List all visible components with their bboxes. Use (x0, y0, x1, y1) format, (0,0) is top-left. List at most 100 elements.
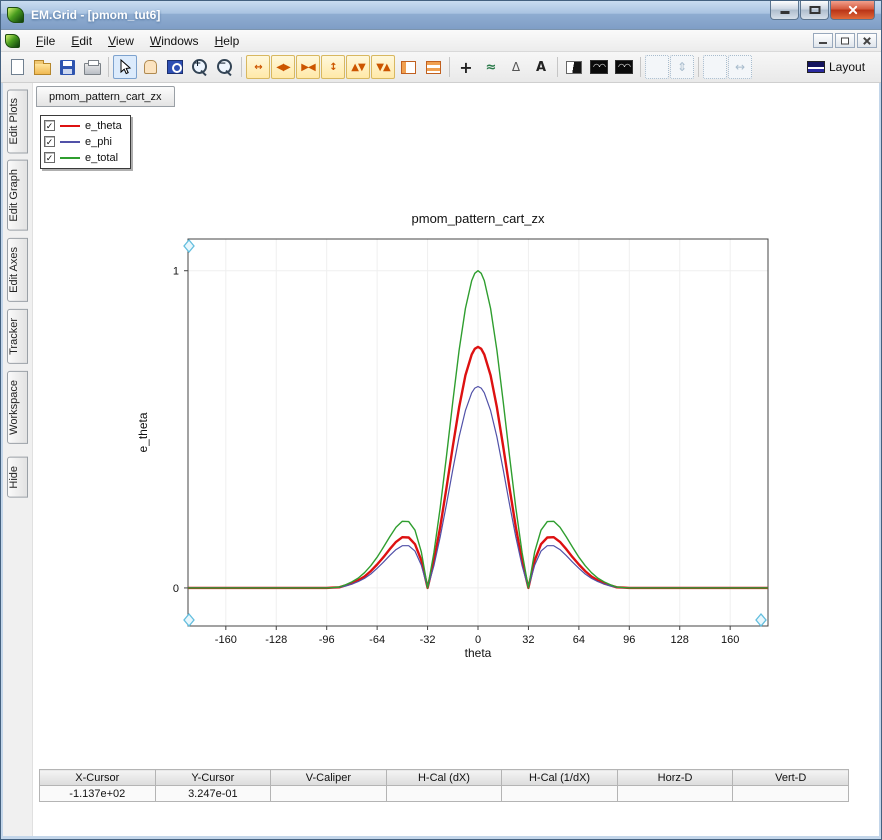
checkbox-checked-icon[interactable]: ✓ (44, 120, 55, 131)
scroll-x-axis-button[interactable]: ◀▶ (271, 55, 295, 79)
table-rows-icon (425, 60, 441, 74)
restore-icon (841, 37, 849, 44)
toolbar: + − ↔ ◀▶ ▶◀ ↕ ▲▼ ▼▲ + ≈ Δ A ◠◠ ◠◠ ⇕ ↔ La… (1, 52, 881, 83)
sidebar-tab-tracker[interactable]: Tracker (7, 308, 28, 364)
invert-plot-button[interactable] (562, 55, 586, 79)
new-file-button[interactable] (5, 55, 29, 79)
select-pointer-button[interactable] (113, 55, 137, 79)
status-value (501, 785, 618, 802)
app-logo-icon (7, 7, 24, 23)
titlebar[interactable]: EM.Grid - [pmom_tut6] (1, 1, 881, 30)
status-header: Y-Cursor (154, 769, 272, 786)
zoom-in-button[interactable]: + (188, 55, 212, 79)
toolbar-separator (640, 57, 641, 77)
chart-canvas[interactable]: -160 -128 -96 -64 -32 0 32 64 96 128 160 0 1 pmom_pat… (133, 201, 803, 681)
open-folder-icon (33, 59, 51, 75)
mdi-window-buttons (813, 33, 877, 48)
minimize-icon (780, 11, 789, 14)
app-window: EM.Grid - [pmom_tut6] File Edit View Win… (0, 0, 882, 840)
document-tab[interactable]: pmom_pattern_cart_zx (36, 86, 175, 107)
table-columns-button[interactable] (396, 55, 420, 79)
minimize-button[interactable] (770, 1, 799, 20)
svg-text:-128: -128 (265, 634, 287, 646)
pan-hand-button[interactable] (138, 55, 162, 79)
close-button[interactable] (830, 1, 875, 20)
expand-y-axis-button[interactable]: ↕ (321, 55, 345, 79)
menu-windows[interactable]: Windows (142, 32, 207, 50)
toolbar-separator (449, 57, 450, 77)
legend-item: ✓ e_phi (44, 135, 122, 148)
svg-text:128: 128 (671, 634, 689, 646)
shrink-x-axis-button[interactable]: ▶◀ (296, 55, 320, 79)
legend-label: e_total (85, 151, 119, 164)
zoom-out-icon: − (217, 59, 233, 75)
menu-view[interactable]: View (100, 32, 142, 50)
waveform-icon: ◠◠ (615, 60, 633, 74)
delta-icon: Δ (511, 60, 521, 74)
scroll-x-icon: ◀▶ (276, 61, 290, 73)
checkbox-checked-icon[interactable]: ✓ (44, 136, 55, 147)
sidebar-tab-edit-plots[interactable]: Edit Plots (7, 89, 28, 154)
toolbar-separator (557, 57, 558, 77)
toolbar-separator (241, 57, 242, 77)
fit-vertical-icon: ⇕ (676, 60, 688, 74)
mdi-minimize-button[interactable] (813, 33, 833, 48)
sidebar-tab-edit-axes[interactable]: Edit Axes (7, 238, 28, 302)
menu-help[interactable]: Help (207, 32, 248, 50)
svg-text:32: 32 (522, 634, 534, 646)
svg-text:96: 96 (623, 634, 635, 646)
sidebar-tab-hide[interactable]: Hide (7, 456, 28, 498)
svg-text:theta: theta (465, 646, 492, 660)
expand-x-icon: ↔ (254, 61, 262, 73)
zoom-window-icon (167, 60, 183, 74)
status-header: X-Cursor (39, 769, 156, 786)
sidebar-tab-workspace[interactable]: Workspace (7, 370, 28, 444)
status-header: Vert-D (732, 769, 849, 786)
mdi-restore-button[interactable] (835, 33, 855, 48)
scroll-y-axis-button[interactable]: ▲▼ (346, 55, 370, 79)
menu-file[interactable]: File (28, 32, 63, 50)
fit-vertical-button: ⇕ (670, 55, 694, 79)
curve-tracker-button[interactable]: ≈ (479, 55, 503, 79)
shrink-y-axis-button[interactable]: ▼▲ (371, 55, 395, 79)
new-file-icon (10, 59, 24, 75)
fit-box-2-button (703, 55, 727, 79)
fit-horizontal-icon: ↔ (734, 60, 746, 74)
open-file-button[interactable] (30, 55, 54, 79)
print-button[interactable] (80, 55, 104, 79)
legend-label: e_theta (85, 119, 122, 132)
legend-item: ✓ e_total (44, 151, 122, 164)
table-rows-button[interactable] (421, 55, 445, 79)
sidebar-tab-edit-graph[interactable]: Edit Graph (7, 160, 28, 232)
maximize-icon (809, 6, 820, 14)
plot-legend[interactable]: ✓ e_theta ✓ e_phi ✓ e_total (40, 115, 131, 169)
status-value: -1.137e+02 (39, 785, 156, 802)
fit-box-button (645, 55, 669, 79)
mdi-close-button[interactable] (857, 33, 877, 48)
zoom-in-icon: + (192, 59, 208, 75)
waveform-b-button[interactable]: ◠◠ (612, 55, 636, 79)
checkbox-checked-icon[interactable]: ✓ (44, 152, 55, 163)
save-button[interactable] (55, 55, 79, 79)
layout-button[interactable]: Layout (807, 60, 881, 74)
waveform-a-button[interactable]: ◠◠ (587, 55, 611, 79)
status-value (385, 785, 503, 802)
cursor-status-table: X-Cursor Y-Cursor V-Caliper H-Cal (dX) H… (39, 769, 849, 802)
status-header: V-Caliper (270, 769, 387, 786)
shrink-x-icon: ▶◀ (301, 61, 315, 73)
add-marker-button[interactable]: + (454, 55, 478, 79)
toolbar-separator (108, 57, 109, 77)
client-area: Edit Plots Edit Graph Edit Axes Tracker … (1, 83, 881, 839)
svg-text:-96: -96 (319, 634, 335, 646)
zoom-window-button[interactable] (163, 55, 187, 79)
slope-tool-button[interactable]: Δ (504, 55, 528, 79)
invert-icon (566, 60, 582, 74)
curve-icon: ≈ (485, 59, 497, 75)
maximize-button[interactable] (800, 1, 829, 20)
menu-edit[interactable]: Edit (63, 32, 100, 50)
zoom-out-button[interactable]: − (213, 55, 237, 79)
expand-x-axis-button[interactable]: ↔ (246, 55, 270, 79)
print-icon (83, 59, 101, 75)
text-annotation-button[interactable]: A (529, 55, 553, 79)
menubar: File Edit View Windows Help (1, 30, 881, 52)
